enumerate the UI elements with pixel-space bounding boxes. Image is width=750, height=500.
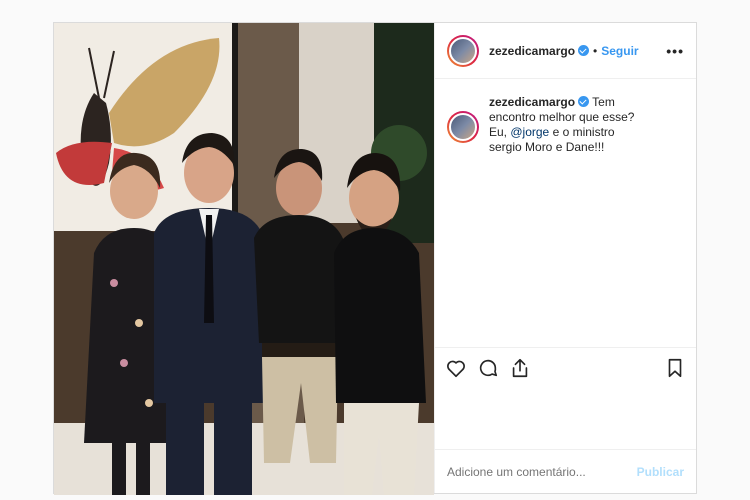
verified-badge-icon — [578, 45, 590, 56]
more-options-icon[interactable]: ••• — [666, 43, 684, 59]
bookmark-icon[interactable] — [664, 357, 686, 379]
comment-icon[interactable] — [477, 357, 499, 379]
caption: zezedicamargo Tem encontro melhor que es… — [447, 95, 684, 155]
comment-input[interactable] — [447, 464, 637, 479]
comment-form: Publicar — [435, 449, 696, 493]
caption-mention-link[interactable]: @jorge — [510, 125, 549, 139]
share-icon[interactable] — [509, 357, 531, 379]
likes-area — [435, 387, 696, 449]
action-bar — [435, 347, 696, 387]
heart-icon[interactable] — [445, 357, 467, 379]
comments-section: zezedicamargo Tem encontro melhor que es… — [435, 79, 696, 347]
publish-button[interactable]: Publicar — [637, 465, 684, 479]
separator-dot: • — [593, 43, 598, 58]
header-username[interactable]: zezedicamargo — [489, 44, 575, 58]
follow-button[interactable]: Seguir — [601, 44, 638, 58]
post-photo[interactable] — [54, 23, 434, 495]
caption-username[interactable]: zezedicamargo — [489, 95, 575, 109]
caption-verified-badge-icon — [578, 96, 590, 107]
instagram-post: zezedicamargo • Seguir ••• zezedicamargo… — [53, 22, 697, 495]
avatar[interactable] — [447, 34, 479, 67]
caption-text: zezedicamargo Tem encontro melhor que es… — [489, 95, 649, 155]
photo-illustration — [54, 23, 434, 495]
caption-avatar[interactable] — [447, 111, 479, 143]
post-side-panel: zezedicamargo • Seguir ••• zezedicamargo… — [434, 23, 696, 493]
post-header: zezedicamargo • Seguir ••• — [435, 23, 696, 79]
